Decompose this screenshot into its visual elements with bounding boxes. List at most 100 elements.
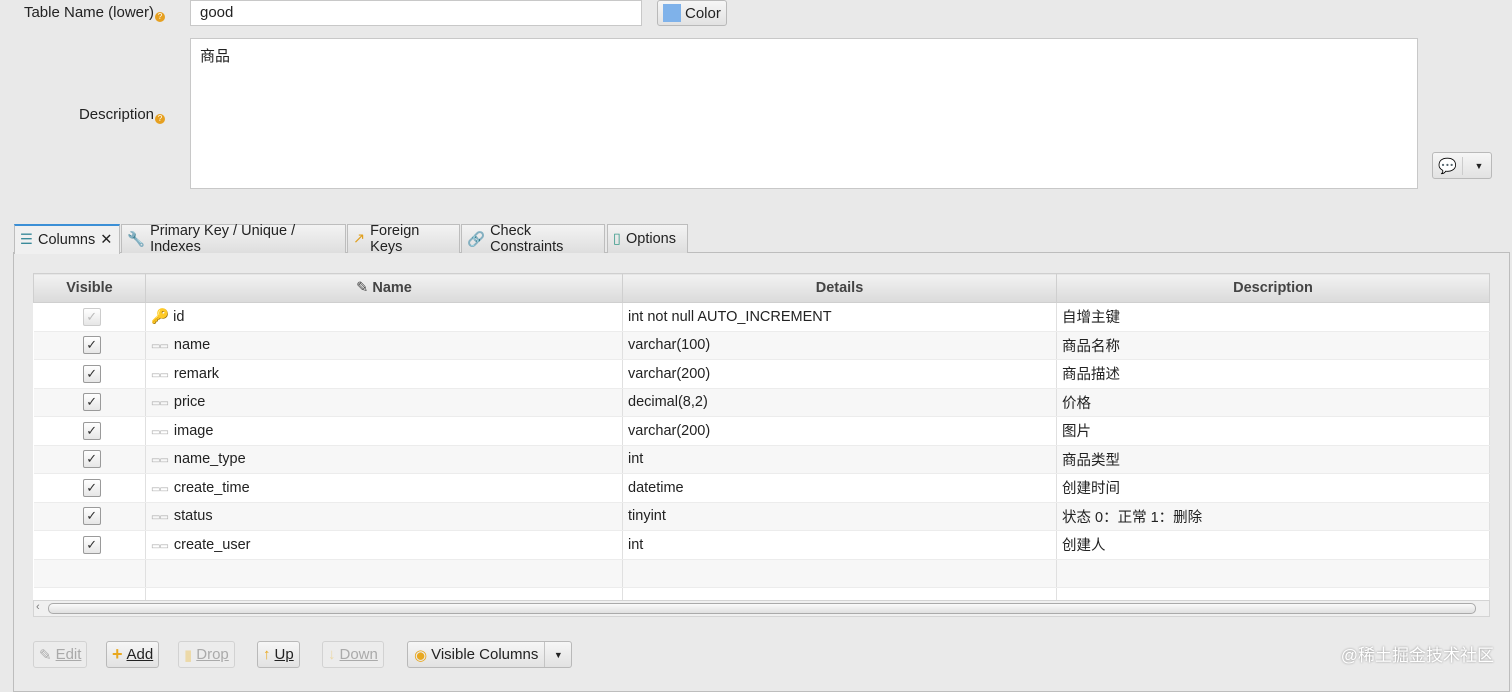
visible-checkbox[interactable]: ✓ xyxy=(82,421,101,440)
visible-checkbox[interactable]: ✓ xyxy=(82,507,101,526)
name-cell[interactable]: ▭▭ name xyxy=(145,331,623,360)
visible-checkbox[interactable]: ✓ xyxy=(82,307,101,326)
name-cell[interactable]: ▭▭ image xyxy=(145,416,623,446)
details-cell[interactable]: varchar(100) xyxy=(622,331,1057,360)
header-name-label: Name xyxy=(372,280,412,296)
table-row[interactable]: ✓ ▭▭ name_type int 商品类型 xyxy=(33,445,1490,474)
tab-columns[interactable]: ☰ Columns ✕ xyxy=(14,224,120,254)
description-cell[interactable]: 创建时间 xyxy=(1056,473,1490,503)
table-row[interactable]: ✓ ▭▭ status tinyint 状态 0：正常 1：删除 xyxy=(33,502,1490,531)
name-cell[interactable]: ▭▭ remark xyxy=(145,359,623,389)
name-cell[interactable]: 🔑 id xyxy=(145,302,623,332)
up-button[interactable]: ↑ Up xyxy=(257,641,300,668)
visible-cell[interactable]: ✓ xyxy=(33,302,146,332)
header-name[interactable]: ✎ Name xyxy=(145,273,623,303)
close-icon[interactable]: ✕ xyxy=(100,232,112,248)
add-button[interactable]: + Add xyxy=(106,641,160,668)
chevron-down-icon[interactable]: ▼ xyxy=(1467,161,1491,171)
visible-checkbox[interactable]: ✓ xyxy=(82,364,101,383)
plus-icon: + xyxy=(112,644,123,664)
column-name: name xyxy=(173,337,211,354)
description-cell[interactable]: 商品名称 xyxy=(1056,331,1490,360)
name-cell[interactable]: ▭▭ create_time xyxy=(145,473,623,503)
name-cell[interactable]: ▭▭ status xyxy=(145,502,623,531)
scrollbar-thumb[interactable] xyxy=(48,603,1476,614)
column-name: id xyxy=(173,309,185,326)
visible-cell[interactable]: ✓ xyxy=(33,502,146,531)
column-name: image xyxy=(173,422,214,439)
visible-cell[interactable]: ✓ xyxy=(33,416,146,446)
header-details[interactable]: Details xyxy=(622,273,1057,303)
chevron-down-icon[interactable]: ▼ xyxy=(545,650,571,660)
table-row[interactable]: ✓ ▭▭ create_time datetime 创建时间 xyxy=(33,473,1490,503)
description-cell[interactable]: 自增主键 xyxy=(1056,302,1490,332)
tab-options[interactable]: ▯ Options xyxy=(607,224,688,253)
name-cell[interactable]: ▭▭ create_user xyxy=(145,530,623,560)
visible-checkbox[interactable]: ✓ xyxy=(82,535,101,554)
details-cell[interactable]: int xyxy=(622,445,1057,474)
column-icon: ▭▭ xyxy=(151,483,169,495)
details-cell[interactable]: int xyxy=(622,530,1057,560)
watermark: @稀土掘金技术社区 xyxy=(1340,646,1494,665)
visible-cell[interactable]: ✓ xyxy=(33,388,146,417)
edit-button[interactable]: ✎ Edit xyxy=(33,641,88,668)
table-row[interactable]: ✓ ▭▭ create_user int 创建人 xyxy=(33,530,1490,560)
description-cell[interactable]: 商品描述 xyxy=(1056,359,1490,389)
details-cell[interactable]: decimal(8,2) xyxy=(622,388,1057,417)
horizontal-scrollbar[interactable]: ‹ xyxy=(33,600,1490,617)
visible-cell[interactable]: ✓ xyxy=(33,331,146,360)
visible-columns-button[interactable]: ◉ Visible Columns ▼ xyxy=(407,641,573,668)
table-row[interactable]: ✓ ▭▭ image varchar(200) 图片 xyxy=(33,416,1490,446)
column-icon: ▭▭ xyxy=(151,341,169,353)
visible-cell[interactable]: ✓ xyxy=(33,530,146,560)
visible-checkbox[interactable]: ✓ xyxy=(82,450,101,469)
visible-checkbox[interactable]: ✓ xyxy=(82,478,101,497)
details-cell[interactable]: int not null AUTO_INCREMENT xyxy=(622,302,1057,332)
description-cell[interactable]: 价格 xyxy=(1056,388,1490,417)
name-cell[interactable]: ▭▭ name_type xyxy=(145,445,623,474)
pencil-icon: ✎ xyxy=(356,280,373,296)
description-value: 商品 xyxy=(200,48,231,65)
table-row[interactable]: ✓ ▭▭ name varchar(100) 商品名称 xyxy=(33,331,1490,360)
table-row[interactable]: ✓ 🔑 id int not null AUTO_INCREMENT 自增主键 xyxy=(33,302,1490,332)
description-cell[interactable]: 图片 xyxy=(1056,416,1490,446)
details-cell[interactable]: tinyint xyxy=(622,502,1057,531)
column-name: name_type xyxy=(173,451,246,468)
visible-cell[interactable]: ✓ xyxy=(33,473,146,503)
up-label: Up xyxy=(274,646,294,663)
color-button[interactable]: Color xyxy=(657,0,727,26)
details-cell[interactable]: datetime xyxy=(622,473,1057,503)
description-cell[interactable]: 商品类型 xyxy=(1056,445,1490,474)
tab-primary-key[interactable]: 🔧 Primary Key / Unique / Indexes xyxy=(121,223,346,255)
tab-label: Primary Key / Unique / Indexes xyxy=(150,223,296,255)
table-row[interactable]: ✓ ▭▭ price decimal(8,2) 价格 xyxy=(33,388,1490,417)
options-icon: ▯ xyxy=(613,231,621,247)
visible-checkbox[interactable]: ✓ xyxy=(82,393,101,412)
tab-foreign-keys[interactable]: ↗ Foreign Keys xyxy=(347,223,460,255)
tab-label: Check Constraints xyxy=(490,223,564,255)
table-row[interactable]: ✓ ▭▭ remark varchar(200) 商品描述 xyxy=(33,359,1490,389)
scroll-left-icon[interactable]: ‹ xyxy=(36,601,40,613)
column-icon: ▭▭ xyxy=(151,540,169,552)
table-name-input[interactable]: good xyxy=(190,0,642,26)
table-name-value: good xyxy=(200,4,234,21)
header-description[interactable]: Description xyxy=(1056,273,1490,303)
tab-label: Columns xyxy=(38,232,96,248)
description-cell[interactable]: 状态 0：正常 1：删除 xyxy=(1056,502,1490,531)
drop-button[interactable]: ▮ Drop xyxy=(178,641,235,668)
down-button[interactable]: ↓ Down xyxy=(322,641,384,668)
arrow-up-icon: ↑ xyxy=(263,646,271,663)
visible-cell[interactable]: ✓ xyxy=(33,445,146,474)
details-cell[interactable]: varchar(200) xyxy=(622,416,1057,446)
description-textarea[interactable]: 商品 xyxy=(190,38,1418,189)
visible-checkbox[interactable]: ✓ xyxy=(82,336,101,355)
name-cell[interactable]: ▭▭ price xyxy=(145,388,623,417)
details-cell[interactable]: varchar(200) xyxy=(622,359,1057,389)
description-cell[interactable]: 创建人 xyxy=(1056,530,1490,560)
empty-row xyxy=(33,559,1490,588)
header-visible[interactable]: Visible xyxy=(33,273,146,303)
visible-cell[interactable]: ✓ xyxy=(33,359,146,389)
column-icon: ▭▭ xyxy=(151,512,169,524)
tab-check-constraints[interactable]: 🔗 Check Constraints xyxy=(461,223,605,255)
comment-options-button[interactable]: 💬 ▼ xyxy=(1432,152,1492,179)
